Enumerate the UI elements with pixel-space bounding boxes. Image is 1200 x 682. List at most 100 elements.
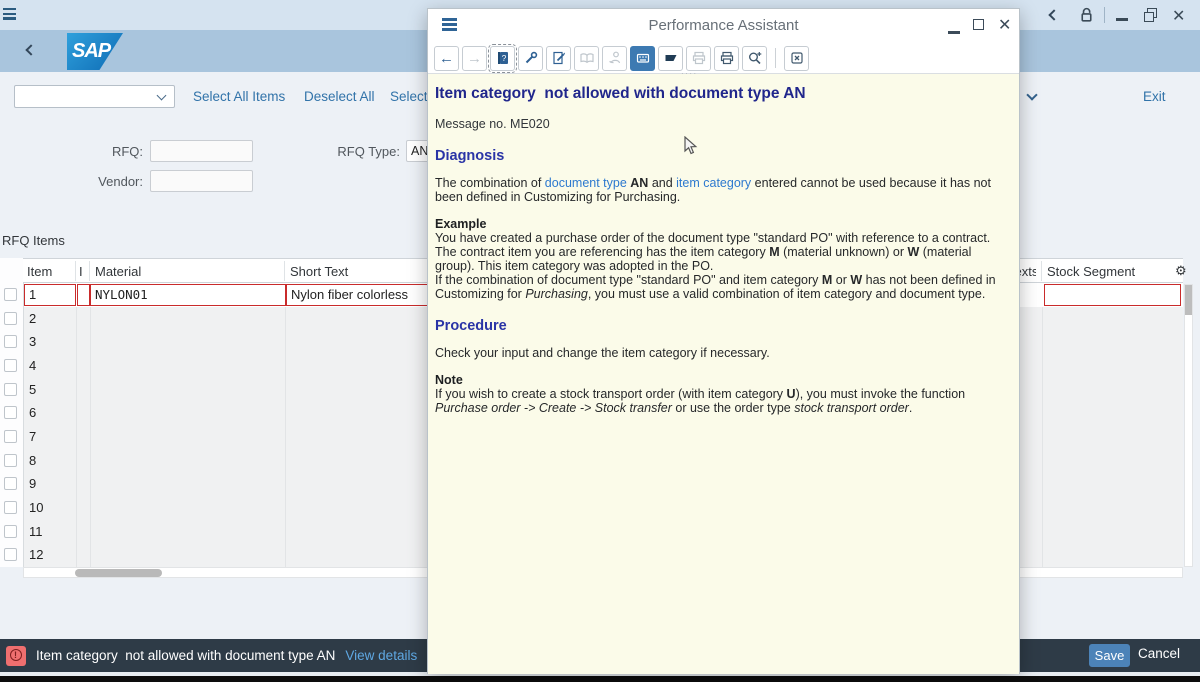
restore-window-icon[interactable]	[1144, 8, 1157, 22]
wrench-icon	[525, 51, 537, 64]
diagnosis-heading: Diagnosis	[435, 148, 505, 164]
user-hand-icon	[608, 51, 620, 64]
chevron-down-icon	[156, 90, 167, 101]
toolbar-separator	[775, 48, 776, 68]
back-navigation-icon[interactable]	[25, 44, 37, 56]
open-book-icon	[579, 53, 594, 64]
cancel-button[interactable]: Cancel	[1138, 646, 1180, 661]
print-preview-button[interactable]	[686, 45, 711, 71]
row-checkbox[interactable]	[4, 406, 17, 420]
dropdown-value	[15, 87, 21, 102]
rfq-label: RFQ:	[111, 144, 143, 159]
row-checkbox[interactable]	[4, 358, 17, 372]
close-box-button[interactable]	[784, 45, 809, 71]
tools-button[interactable]	[518, 45, 543, 71]
material-cell[interactable]: NYLON01	[90, 283, 286, 306]
message-number: Message no. ME020	[435, 117, 550, 131]
flag-icon	[665, 55, 676, 61]
print-preview-icon	[692, 51, 705, 65]
save-button[interactable]: Save	[1089, 644, 1130, 667]
zoom-in-icon	[748, 52, 761, 65]
divider	[1104, 7, 1105, 23]
dialog-content: Item category not allowed with document …	[428, 74, 1019, 674]
glossary-book-button[interactable]	[574, 45, 599, 71]
exit-button[interactable]: Exit	[1143, 89, 1166, 104]
printer-icon	[720, 51, 733, 65]
row-checkbox[interactable]	[4, 500, 17, 514]
back-button[interactable]: ←	[434, 45, 459, 71]
table-settings-gear-icon[interactable]: ⚙	[1175, 263, 1187, 279]
note-heading: Note	[435, 373, 463, 387]
close-window-icon[interactable]: ✕	[1172, 6, 1185, 26]
sap-logo: SAP	[67, 33, 123, 70]
row-number: 5	[29, 381, 37, 397]
keyboard-icon	[636, 53, 649, 63]
rfq-type-label: RFQ Type:	[337, 144, 400, 159]
select-block-button[interactable]: Select	[390, 89, 428, 104]
dialog-header[interactable]: Performance Assistant ✕	[428, 9, 1019, 43]
more-menu-chevron-icon[interactable]	[1026, 89, 1038, 101]
help-book-icon: ?	[497, 52, 508, 64]
row-checkbox[interactable]	[4, 311, 17, 325]
minimize-window-icon[interactable]	[1116, 18, 1128, 21]
row-checkbox[interactable]	[4, 382, 17, 396]
col-stock-segment[interactable]: Stock Segment	[1047, 264, 1135, 279]
dialog-minimize-icon[interactable]	[948, 31, 960, 34]
row-number: 8	[29, 452, 37, 468]
item-cell[interactable]: 1	[24, 283, 76, 306]
stock-segment-cell[interactable]	[1044, 283, 1181, 306]
close-box-icon	[790, 52, 803, 64]
vendor-input[interactable]	[150, 170, 253, 192]
row-checkbox[interactable]	[4, 335, 17, 349]
row-checkbox[interactable]	[4, 453, 17, 467]
rfq-input[interactable]	[150, 140, 253, 162]
unlock-icon[interactable]	[1078, 6, 1095, 24]
vertical-scrollbar-thumb[interactable]	[1185, 285, 1192, 315]
row-number: 12	[29, 547, 44, 563]
forward-button[interactable]: →	[462, 45, 487, 71]
indicator-cell[interactable]	[77, 283, 90, 306]
zoom-in-button[interactable]	[742, 45, 767, 71]
flag-button[interactable]	[658, 45, 683, 71]
row-checkbox[interactable]	[4, 429, 17, 443]
help-heading: Item category not allowed with document …	[435, 85, 806, 102]
print-button[interactable]	[714, 45, 739, 71]
vertical-scrollbar[interactable]	[1184, 284, 1193, 567]
row-number: 6	[29, 405, 37, 421]
view-details-link[interactable]: View details	[345, 648, 417, 663]
sap-application-window: ✕ SAP Select All Items Deselect All Sele…	[0, 0, 1200, 682]
row-number: 2	[29, 310, 37, 326]
history-back-icon[interactable]	[1048, 9, 1060, 21]
splitter-handle[interactable]: ····	[681, 69, 698, 78]
dialog-title: Performance Assistant	[648, 17, 799, 34]
col-short-text[interactable]: Short Text	[290, 264, 348, 279]
deselect-all-button[interactable]: Deselect All	[304, 89, 375, 104]
col-item[interactable]: Item	[27, 264, 52, 279]
row-number: 10	[29, 499, 44, 515]
row-number: 11	[29, 523, 43, 539]
note-text: If you wish to create a stock transport …	[435, 387, 966, 415]
row-checkbox[interactable]	[4, 548, 17, 562]
horizontal-scrollbar-thumb[interactable]	[75, 569, 162, 577]
col-material[interactable]: Material	[95, 264, 141, 279]
procedure-heading: Procedure	[435, 318, 507, 334]
dialog-maximize-icon[interactable]	[973, 19, 984, 30]
layout-variant-dropdown[interactable]	[14, 85, 175, 108]
rfq-items-section-title: RFQ Items	[2, 233, 65, 248]
menu-hamburger-icon[interactable]	[3, 8, 16, 22]
edit-document-icon	[552, 51, 565, 65]
help-book-button[interactable]: ?	[488, 43, 517, 73]
row-checkbox[interactable]	[4, 288, 17, 301]
edit-document-button[interactable]	[546, 45, 571, 71]
select-all-items-button[interactable]: Select All Items	[193, 89, 285, 104]
performance-assistant-dialog: Performance Assistant ✕ ← → ? ···· Item …	[427, 8, 1020, 674]
user-hand-button[interactable]	[602, 45, 627, 71]
row-checkbox[interactable]	[4, 524, 17, 538]
col-indicator[interactable]: I	[79, 264, 83, 279]
dialog-toolbar: ← → ? ····	[428, 43, 1019, 78]
error-icon: !	[6, 645, 26, 666]
taskbar-strip	[0, 676, 1200, 682]
row-checkbox[interactable]	[4, 477, 17, 491]
dialog-close-icon[interactable]: ✕	[998, 15, 1011, 35]
keyboard-button[interactable]	[630, 45, 655, 71]
